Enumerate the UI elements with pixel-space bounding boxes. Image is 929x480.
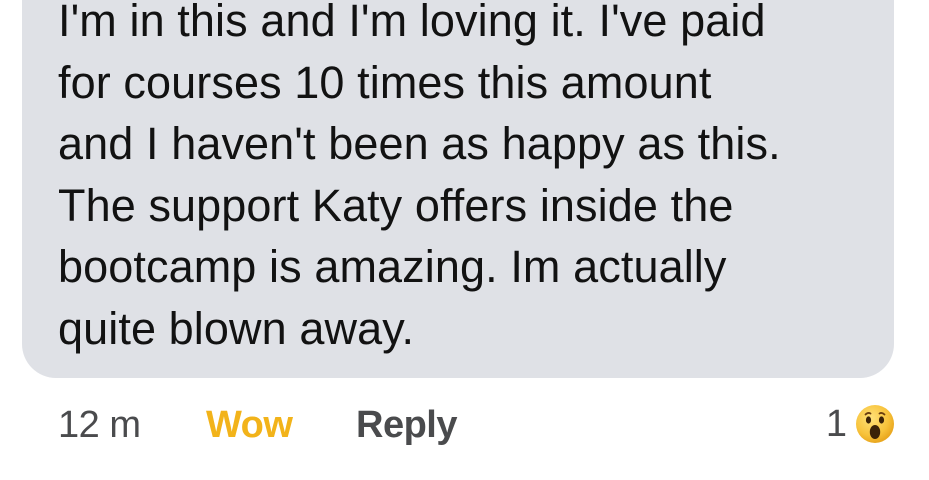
- comment-line: The support Katy offers inside the: [58, 179, 734, 231]
- comment-line: quite blown away.: [58, 302, 415, 354]
- comment-line: for courses 10 times this amount: [58, 56, 712, 108]
- comment-text: I'm in this and I'm loving it. I've paid…: [58, 0, 878, 359]
- reaction-summary[interactable]: 1: [826, 399, 897, 449]
- comment-line: bootcamp is amazing. Im actually: [58, 241, 727, 292]
- wow-emoji-icon: [854, 403, 896, 445]
- comment-timestamp[interactable]: 12 m: [58, 404, 141, 447]
- comment-actions-row: 12 m Wow Reply 1: [0, 396, 929, 456]
- wow-reaction-button[interactable]: Wow: [206, 404, 293, 447]
- reaction-count: 1: [825, 402, 847, 445]
- reply-button[interactable]: Reply: [356, 404, 457, 447]
- comment-line: I'm in this and I'm loving it. I've paid: [58, 0, 766, 46]
- comment-line: and I haven't been as happy as this.: [58, 118, 781, 169]
